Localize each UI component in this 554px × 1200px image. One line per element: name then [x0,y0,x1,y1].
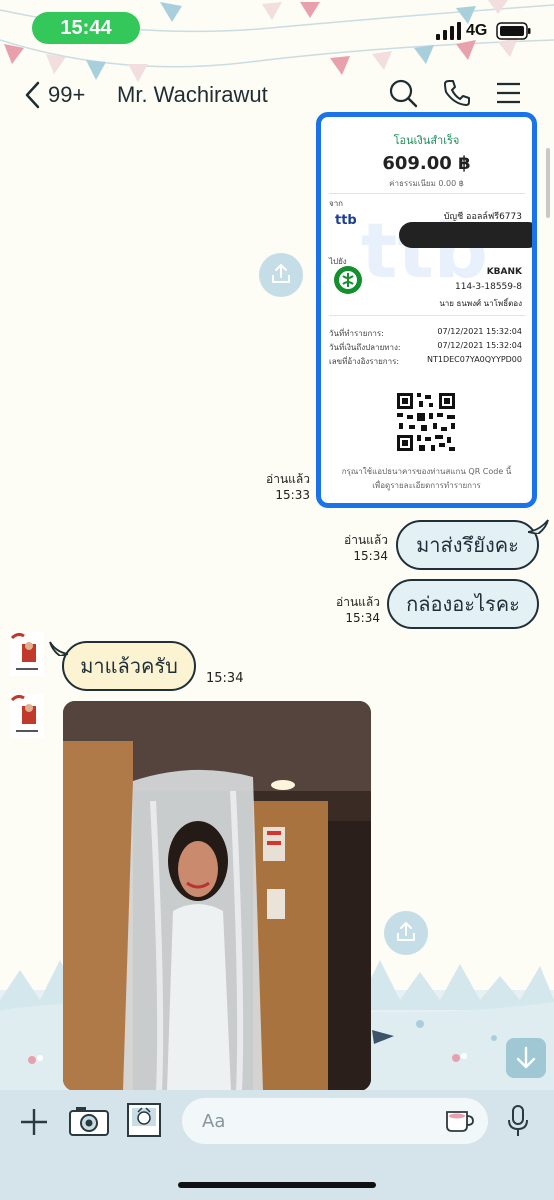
status-bar: 15:44 4G [0,0,554,60]
receipt-title: โอนเงินสำเร็จ [393,134,460,147]
mic-icon[interactable] [506,1104,530,1138]
message-time: 15:34 [345,611,380,625]
photo-icon[interactable] [126,1102,162,1138]
ttb-logo: ttb [335,213,357,228]
receipt-divider-2 [329,315,525,316]
bubble-tail [49,641,68,656]
share-button[interactable] [384,911,428,955]
sticker-icon[interactable] [444,1108,474,1134]
message-time: 15:34 [353,549,388,563]
from-label: จาก [329,199,344,208]
from-account: บัญชี ออลล์ฟรี6773 [443,212,522,222]
out1-read-meta: อ่านแล้ว 15:34 [330,532,388,564]
receipt-divider [329,193,525,194]
message-input[interactable] [182,1098,488,1144]
phone-icon[interactable] [442,78,472,108]
tx-date-label: วันที่ทำรายการ: [329,329,384,338]
reference-label: เลขที่อ้างอิงรายการ: [329,357,400,366]
reference-value: NT1DEC07YA0QYYPD00 [426,355,522,364]
scroll-to-bottom-button[interactable] [506,1038,546,1078]
qr-note-line1: กรุณาใช้แอปธนาคารของท่านสแกน QR Code นี้ [341,467,512,476]
battery-icon [496,22,531,40]
search-icon[interactable] [388,78,418,108]
to-account: 114-3-18559-8 [454,282,522,292]
read-status: อ่านแล้ว [336,595,380,609]
receipt-amount: 609.00 ฿ [382,153,471,174]
qr-code [395,391,457,453]
home-indicator [178,1182,376,1188]
camera-icon[interactable] [68,1104,110,1138]
bubble-tail [528,519,549,534]
arrow-down-icon [516,1046,536,1069]
message-bubble-incoming[interactable]: มาแล้วครับ [62,641,196,691]
back-chevron-icon[interactable] [22,80,44,110]
to-name: นาย ธนพงศ์ นาโพธิ์ตอง [439,299,522,308]
transfer-receipt-image[interactable]: ttb โอนเงินสำเร็จ 609.00 ฿ ค่าธรรมเนียม … [316,112,537,508]
read-status: อ่านแล้ว [344,533,388,547]
message-bubble-outgoing[interactable]: กล่องอะไรคะ [387,579,539,629]
share-icon [397,922,415,941]
redaction-bar [399,222,532,248]
to-bank: KBANK [486,267,522,277]
share-button[interactable] [259,253,303,297]
message-time: 15:34 [206,671,244,686]
unread-count[interactable]: 99+ [48,82,85,108]
message-time: 15:33 [275,488,310,502]
menu-icon[interactable] [494,78,524,108]
signal-icon [436,22,461,40]
network-type: 4G [466,22,488,39]
qr-note-line2: เพื่อดูรายละเอียดการทำรายการ [372,481,481,490]
receipt-read-meta: อ่านแล้ว 15:33 [254,471,310,503]
chat-title: Mr. Wachirawut [117,82,268,107]
out2-read-meta: อ่านแล้ว 15:34 [322,594,380,626]
tx-date-value: 07/12/2021 15:32:04 [437,327,522,336]
kbank-logo [334,266,362,294]
contact-avatar[interactable] [10,632,44,676]
arrival-date-value: 07/12/2021 15:32:04 [437,341,522,350]
read-status: อ่านแล้ว [266,472,310,486]
photo-message[interactable] [63,701,371,1091]
plus-icon[interactable] [18,1106,50,1138]
receipt-fee: ค่าธรรมเนียม 0.00 ฿ [389,179,464,188]
message-bubble-outgoing[interactable]: มาส่งรึยังคะ [396,520,539,570]
chat-scrollbar[interactable] [546,148,550,218]
status-time: 15:44 [32,12,140,44]
contact-avatar[interactable] [10,694,44,738]
share-icon [272,264,290,283]
arrival-date-label: วันที่เงินถึงปลายทาง: [329,343,401,352]
